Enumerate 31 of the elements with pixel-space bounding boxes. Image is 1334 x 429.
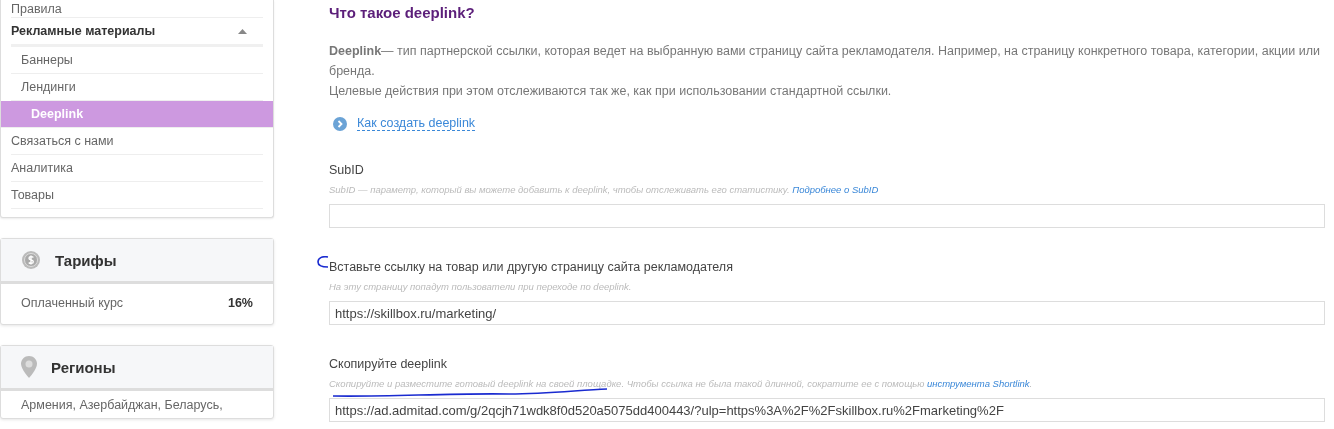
description-text: Целевые действия при этом отслеживаются так же, как при использовании стандартной ссылки. [329,83,893,100]
caret-up-icon [238,28,247,34]
input-field[interactable]: https://skillbox.ru/marketing/ [329,301,1325,325]
card-title: Тарифы [55,251,117,269]
field-label: Вставьте ссылку на товар или другую страницу сайта рекламодателя [329,260,734,274]
tariff-label: Оплаченный курс [21,296,124,310]
how-to-link[interactable]: Как создать deeplink [357,116,476,131]
input-field[interactable]: https://ad.admitad.com/g/2qcjh71wdk8f0d520a5075dd400443/?ulp=https%3A%2F%2Fskillbox.ru%2Fmarketing%2F [329,398,1325,422]
map-pin-icon [21,356,37,378]
field-hint: SubID — параметр, который вы можете добавить к deeplink, чтобы отслеживать его статистику. [329,184,790,195]
hint-punctuation: . [1029,378,1033,389]
hint-link[interactable]: Подробнее о SubID [792,184,879,195]
section-title: Что такое deeplink? [329,4,476,21]
input-field[interactable] [329,204,1325,228]
description-text: Deeplink— тип партнерской ссылки, которая ведет на выбранную вами страницу сайта рекламодателя. Например, на страницу конкретного товара, категории, акции или бренда. [329,43,1321,80]
dollar-coin-icon [21,250,41,270]
tariff-value: 16% [227,296,253,310]
menu-item[interactable]: Связаться с нами [11,128,263,155]
field-hint: Скопируйте и разместите готовый deeplink на своей площадке. Чтобы ссылка не была такой длинной, сократите ее с помощью [329,378,925,389]
card-title: Регионы [51,358,116,376]
regions-text: Армения, Азербайджан, Беларусь, [20,397,224,414]
field-hint: На эту страницу попадут пользователи при переходе по deeplink. [329,281,632,292]
field-label: Скопируйте deeplink [329,357,448,371]
hint-link[interactable]: инструмента Shortlink [927,378,1030,389]
menu-item[interactable]: Товары [11,182,263,209]
menu-item[interactable]: Аналитика [11,155,263,182]
menu-item[interactable]: Баннеры [11,47,263,74]
chevron-circle-icon [333,116,347,131]
menu-item[interactable]: Правила [11,0,263,18]
field-label: SubID [329,163,365,177]
menu-group-item[interactable]: Рекламные материалы [11,18,263,47]
